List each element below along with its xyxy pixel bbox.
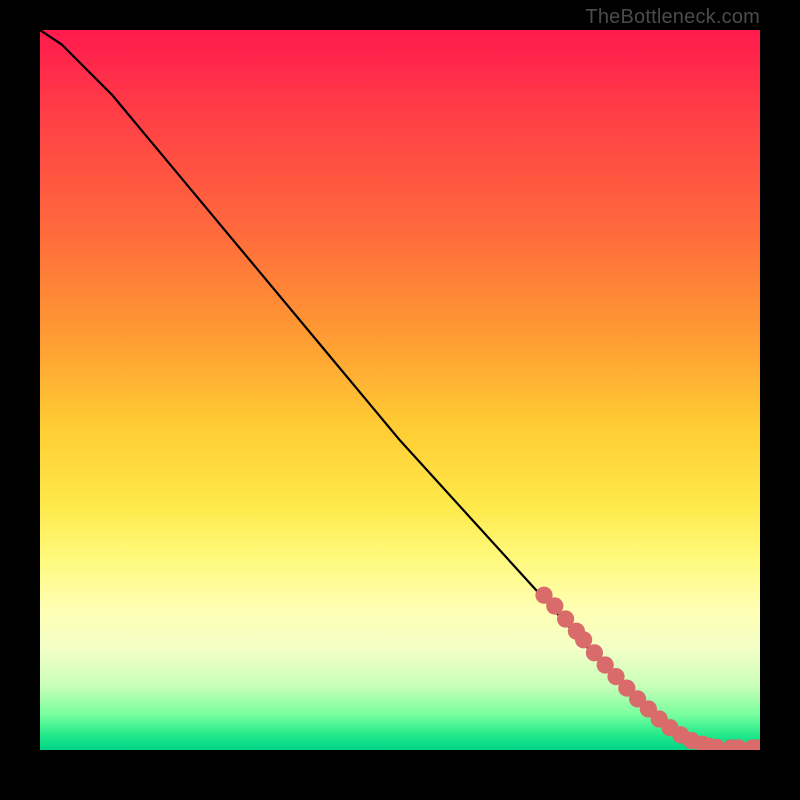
watermark-text: TheBottleneck.com — [585, 6, 760, 29]
marker-group — [535, 587, 760, 750]
curve-line — [40, 30, 760, 748]
chart-svg — [40, 30, 760, 750]
chart-frame: TheBottleneck.com — [0, 0, 800, 800]
plot-area — [40, 30, 760, 750]
